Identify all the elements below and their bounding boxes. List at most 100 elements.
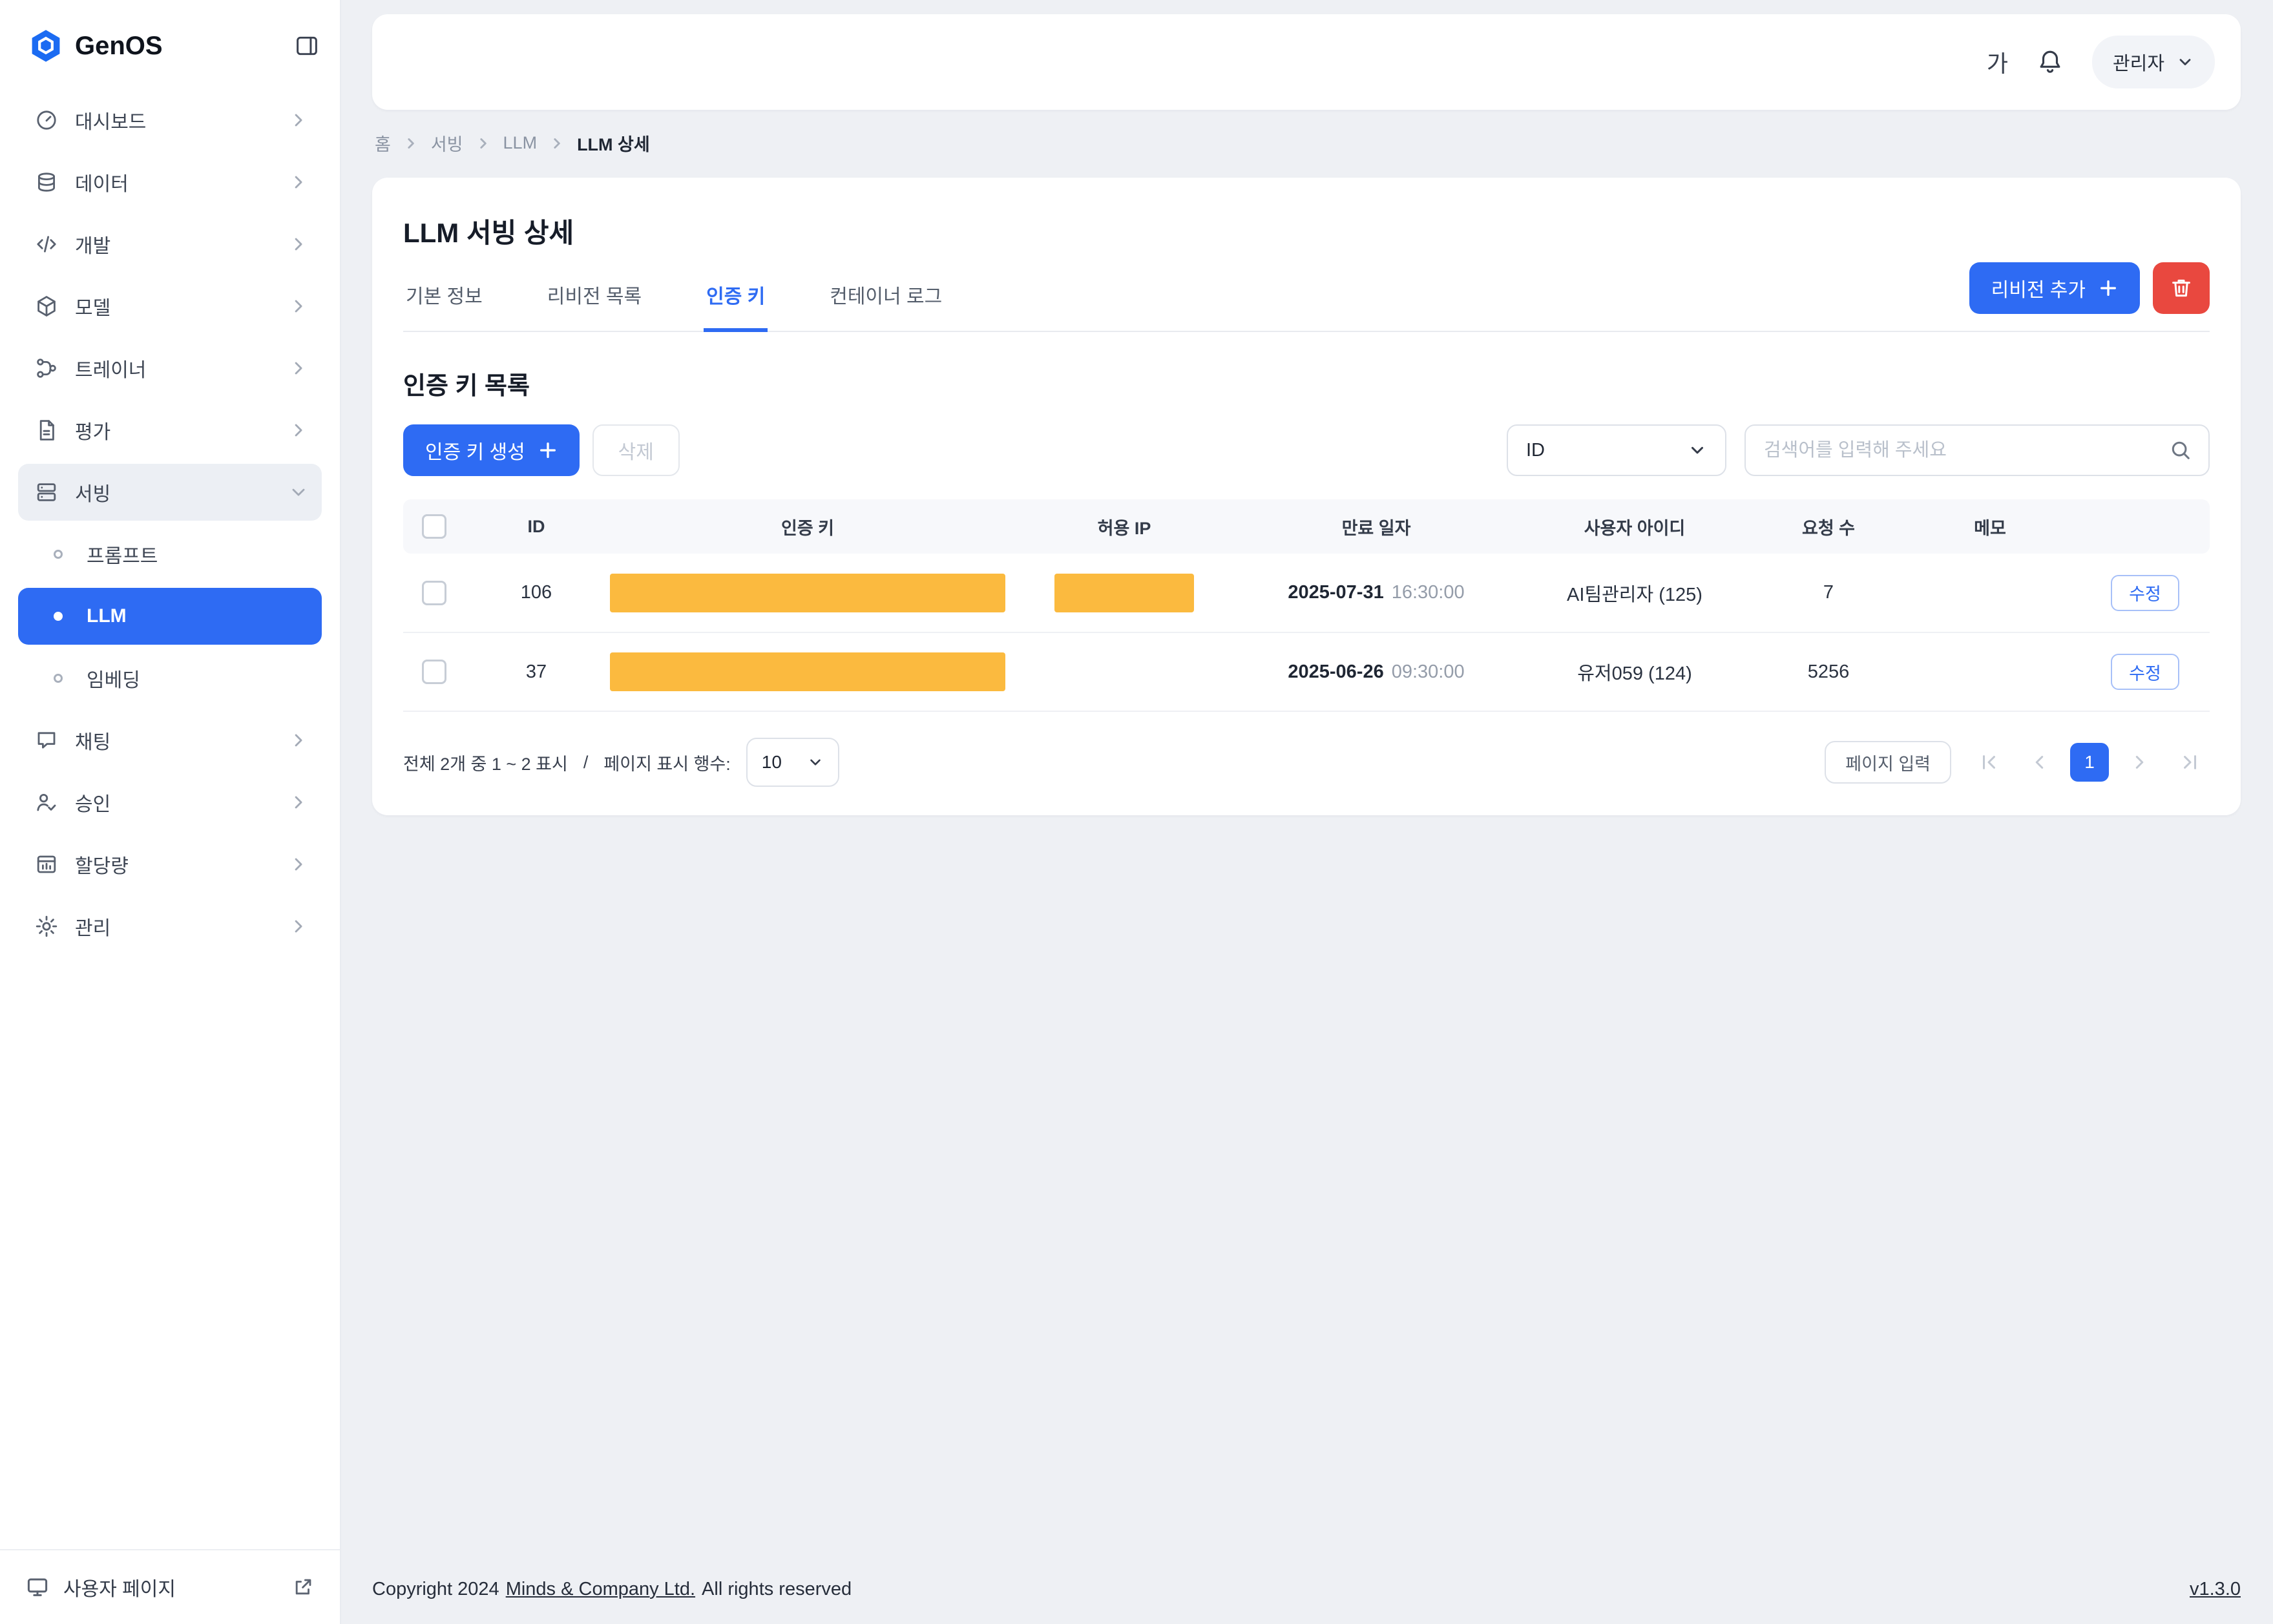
redacted-allowed-ip (1054, 574, 1194, 612)
cell-actions: 수정 (2080, 632, 2210, 711)
chat-bubble-icon (35, 729, 58, 752)
sidebar-collapse-button[interactable] (295, 34, 319, 58)
auth-keys-section-title: 인증 키 목록 (403, 366, 2210, 401)
create-auth-key-button[interactable]: 인증 키 생성 (403, 424, 580, 476)
search-input[interactable] (1764, 440, 2159, 461)
breadcrumb-llm[interactable]: LLM (503, 133, 538, 153)
chevron-right-icon (2130, 753, 2150, 772)
tab-container-logs[interactable]: 컨테이너 로그 (827, 258, 945, 332)
edit-button[interactable]: 수정 (2111, 575, 2179, 611)
tab-revision-list[interactable]: 리비전 목록 (545, 258, 644, 332)
bullet-icon (47, 550, 70, 559)
first-page-button[interactable] (1969, 743, 2008, 782)
filter-field-value: ID (1526, 440, 1545, 461)
auth-keys-table: ID 인증 키 허용 IP 만료 일자 사용자 아이디 요청 수 메모 106 (403, 499, 2210, 712)
create-auth-key-label: 인증 키 생성 (425, 436, 525, 464)
user-menu-button[interactable]: 관리자 (2092, 36, 2215, 88)
workflow-icon (35, 357, 58, 380)
font-size-toggle[interactable]: 가 (1987, 45, 2008, 79)
breadcrumb-home[interactable]: 홈 (375, 130, 391, 156)
last-page-button[interactable] (2171, 743, 2210, 782)
sidebar-subitem-label: LLM (87, 605, 127, 627)
sidebar-item-dashboard[interactable]: 대시보드 (18, 92, 322, 149)
sidebar-item-data[interactable]: 데이터 (18, 154, 322, 211)
company-link[interactable]: Minds & Company Ltd. (506, 1579, 695, 1600)
rows-per-page-select[interactable]: 10 (746, 738, 839, 787)
delete-serving-button[interactable] (2153, 262, 2210, 314)
detail-card: LLM 서빙 상세 기본 정보 리비전 목록 인증 키 컨테이너 로그 리비전 … (372, 178, 2241, 815)
chevron-right-icon (288, 172, 309, 193)
chevron-down-icon (1688, 441, 1707, 460)
app-name: GenOS (75, 32, 163, 61)
row-checkbox[interactable] (422, 660, 446, 684)
sidebar-item-trainer[interactable]: 트레이너 (18, 340, 322, 397)
sidebar: GenOS 대시보드 데이터 개발 (0, 0, 341, 1624)
sidebar-item-quota[interactable]: 할당량 (18, 836, 322, 893)
user-menu-label: 관리자 (2113, 48, 2164, 76)
cell-auth-key (607, 554, 1008, 632)
sidebar-item-model[interactable]: 모델 (18, 278, 322, 335)
sidebar-subitem-prompt[interactable]: 프롬프트 (18, 526, 322, 583)
page-title: LLM 서빙 상세 (403, 211, 2210, 251)
add-revision-label: 리비전 추가 (1991, 274, 2086, 302)
notifications-button[interactable] (2037, 48, 2064, 76)
table-row: 106 2025-07-3116:30:00 AI팀관리자 (125) 7 수정 (403, 554, 2210, 632)
tab-basic-info[interactable]: 기본 정보 (403, 258, 485, 332)
topbar: 가 관리자 (372, 14, 2241, 110)
next-page-button[interactable] (2121, 743, 2159, 782)
copyright-prefix: Copyright 2024 (372, 1579, 499, 1600)
edit-button[interactable]: 수정 (2111, 654, 2179, 690)
sidebar-item-label: 개발 (75, 230, 110, 258)
delete-auth-key-button[interactable]: 삭제 (592, 424, 680, 476)
filter-field-select[interactable]: ID (1507, 424, 1726, 476)
chevron-right-icon (288, 730, 309, 751)
sidebar-header: GenOS (0, 0, 340, 81)
expiry-date: 2025-07-31 (1288, 582, 1383, 603)
cell-memo (1900, 554, 2080, 632)
row-checkbox[interactable] (422, 581, 446, 605)
sidebar-item-develop[interactable]: 개발 (18, 216, 322, 273)
add-revision-button[interactable]: 리비전 추가 (1969, 262, 2140, 314)
page-input-button[interactable]: 페이지 입력 (1825, 741, 1951, 784)
current-page-button[interactable]: 1 (2070, 743, 2109, 782)
pagination-summary-group: 전체 2개 중 1 ~ 2 표시 / 페이지 표시 행수: 10 (403, 738, 839, 787)
sidebar-item-chat[interactable]: 채팅 (18, 712, 322, 769)
trash-icon (2170, 276, 2193, 300)
copyright-suffix: All rights reserved (702, 1579, 852, 1600)
tabs-row: 기본 정보 리비전 목록 인증 키 컨테이너 로그 리비전 추가 (403, 258, 2210, 332)
sidebar-item-evaluation[interactable]: 평가 (18, 402, 322, 459)
sidebar-item-label: 모델 (75, 292, 110, 320)
cell-memo (1900, 632, 2080, 711)
sidebar-item-label: 서빙 (75, 478, 110, 506)
chevron-right-icon (549, 135, 565, 152)
chevron-left-icon (2029, 753, 2049, 772)
sidebar-subitem-embedding[interactable]: 임베딩 (18, 650, 322, 707)
sidebar-subitem-llm[interactable]: LLM (18, 588, 322, 645)
table-row: 37 2025-06-2609:30:00 유저059 (124) 5256 수… (403, 632, 2210, 711)
sidebar-item-label: 평가 (75, 416, 110, 444)
cell-expiry: 2025-06-2609:30:00 (1241, 632, 1512, 711)
sidebar-item-admin[interactable]: 관리 (18, 898, 322, 955)
bell-icon (2037, 48, 2064, 76)
prev-page-button[interactable] (2020, 743, 2058, 782)
chevron-right-icon (288, 110, 309, 130)
app-logo: GenOS (28, 28, 163, 63)
chevron-down-icon (807, 754, 824, 771)
pagination-separator: / (583, 753, 589, 773)
search-icon[interactable] (2170, 439, 2192, 461)
genos-logo-icon (28, 28, 63, 63)
select-all-checkbox[interactable] (422, 514, 446, 539)
last-page-icon (2181, 753, 2200, 772)
toolbar-right: ID (1507, 424, 2210, 476)
tab-auth-keys[interactable]: 인증 키 (704, 258, 768, 332)
table-header-row: ID 인증 키 허용 IP 만료 일자 사용자 아이디 요청 수 메모 (403, 499, 2210, 554)
sidebar-footer-user-page[interactable]: 사용자 페이지 (0, 1549, 340, 1624)
sidebar-item-approval[interactable]: 승인 (18, 774, 322, 831)
plus-icon (538, 441, 558, 460)
cell-requests: 5256 (1757, 632, 1900, 711)
sidebar-nav: 대시보드 데이터 개발 모델 트레이너 (0, 81, 340, 1549)
version-link[interactable]: v1.3.0 (2190, 1579, 2241, 1600)
sidebar-item-label: 승인 (75, 788, 110, 817)
breadcrumb-serving[interactable]: 서빙 (431, 130, 463, 156)
sidebar-item-serving[interactable]: 서빙 (18, 464, 322, 521)
